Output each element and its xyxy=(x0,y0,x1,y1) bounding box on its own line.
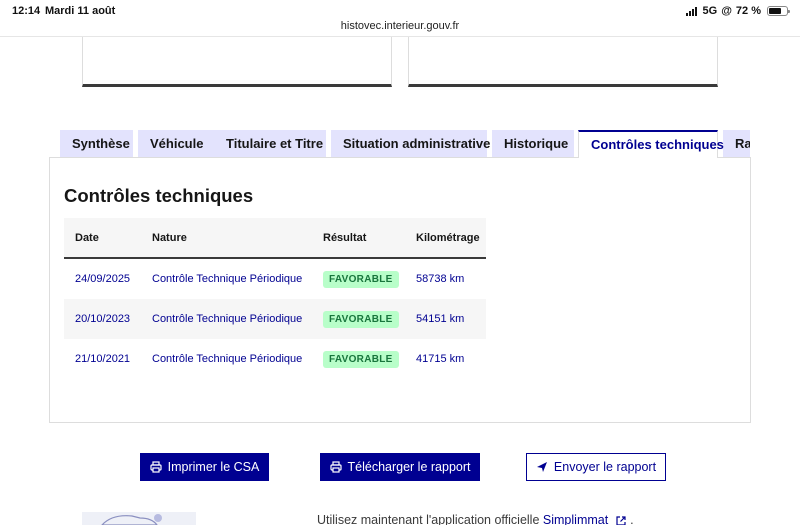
battery-percent: 72 % xyxy=(735,5,761,17)
tab-vehicule[interactable]: Véhicule xyxy=(138,130,220,158)
row-nature: Contrôle Technique Périodique xyxy=(152,313,303,325)
download-report-button[interactable]: Télécharger le rapport xyxy=(320,453,480,481)
row-km: 41715 km xyxy=(416,353,465,365)
download-report-label: Télécharger le rapport xyxy=(347,460,471,474)
table-row: 21/10/2021 Contrôle Technique Périodique… xyxy=(64,339,486,379)
tab-bar: Synthèse Véhicule Titulaire et Titre Sit… xyxy=(60,130,750,158)
header-result: Résultat xyxy=(323,231,367,244)
tab-historique[interactable]: Historique xyxy=(492,130,574,158)
result-badge: FAVORABLE xyxy=(323,270,399,288)
send-report-button[interactable]: Envoyer le rapport xyxy=(526,453,666,481)
print-csa-label: Imprimer le CSA xyxy=(167,460,260,474)
simplimmat-link[interactable]: Simplimmat xyxy=(543,513,608,525)
status-indicators: 5G @ 72 % xyxy=(685,5,790,17)
panel-title: Contrôles techniques xyxy=(64,185,254,206)
status-bar: 12:14 Mardi 11 août 5G @ 72 % xyxy=(0,0,800,22)
promo-suffix: . xyxy=(630,513,634,525)
tab-synthese[interactable]: Synthèse xyxy=(60,130,133,158)
row-nature: Contrôle Technique Périodique xyxy=(152,353,303,365)
result-badge: FAVORABLE xyxy=(323,350,399,368)
status-time: 12:14 xyxy=(12,5,41,17)
tab-titulaire[interactable]: Titulaire et Titre xyxy=(214,130,326,158)
row-date: 21/10/2021 xyxy=(75,353,131,365)
row-date: 24/09/2025 xyxy=(75,273,131,285)
send-report-label: Envoyer le rapport xyxy=(553,460,657,474)
row-nature: Contrôle Technique Périodique xyxy=(152,273,303,285)
tab-rapport[interactable]: Rapport xyxy=(723,130,750,158)
send-icon xyxy=(536,462,547,472)
external-link-icon xyxy=(616,516,626,525)
table-header: Date Nature Résultat Kilométrage xyxy=(64,218,486,259)
location-icon: @ xyxy=(721,5,732,17)
network-type: 5G xyxy=(702,5,718,17)
cellular-signal-icon xyxy=(685,6,697,16)
table-row: 20/10/2023 Contrôle Technique Périodique… xyxy=(64,299,486,339)
printer-icon xyxy=(150,461,162,473)
row-km: 58738 km xyxy=(416,273,465,285)
tab-situation-administrative[interactable]: Situation administrative xyxy=(331,130,490,158)
header-km: Kilométrage xyxy=(416,231,480,244)
tab-controles-techniques[interactable]: Contrôles techniques xyxy=(578,130,724,158)
promo-sentence: Utilisez maintenant l'application offici… xyxy=(317,513,540,525)
app-illustration xyxy=(82,512,196,525)
table-row: 24/09/2025 Contrôle Technique Périodique… xyxy=(64,259,486,299)
promo-text: Utilisez maintenant l'application offici… xyxy=(317,513,634,525)
address-bar[interactable]: histovec.interieur.gouv.fr xyxy=(0,20,800,32)
printer-icon xyxy=(329,461,342,473)
tab-panel: Contrôles techniques Date Nature Résulta… xyxy=(49,157,751,423)
info-card-left xyxy=(82,37,392,87)
controls-table: Date Nature Résultat Kilométrage 24/09/2… xyxy=(64,218,486,379)
row-km: 54151 km xyxy=(416,313,465,325)
battery-fill xyxy=(769,8,781,14)
print-csa-button[interactable]: Imprimer le CSA xyxy=(140,453,269,481)
info-card-right xyxy=(408,37,718,87)
battery-icon xyxy=(767,6,790,16)
header-date: Date xyxy=(75,231,99,244)
result-badge: FAVORABLE xyxy=(323,310,399,328)
header-nature: Nature xyxy=(152,231,187,244)
row-date: 20/10/2023 xyxy=(75,313,131,325)
status-date: Mardi 11 août xyxy=(45,5,116,17)
